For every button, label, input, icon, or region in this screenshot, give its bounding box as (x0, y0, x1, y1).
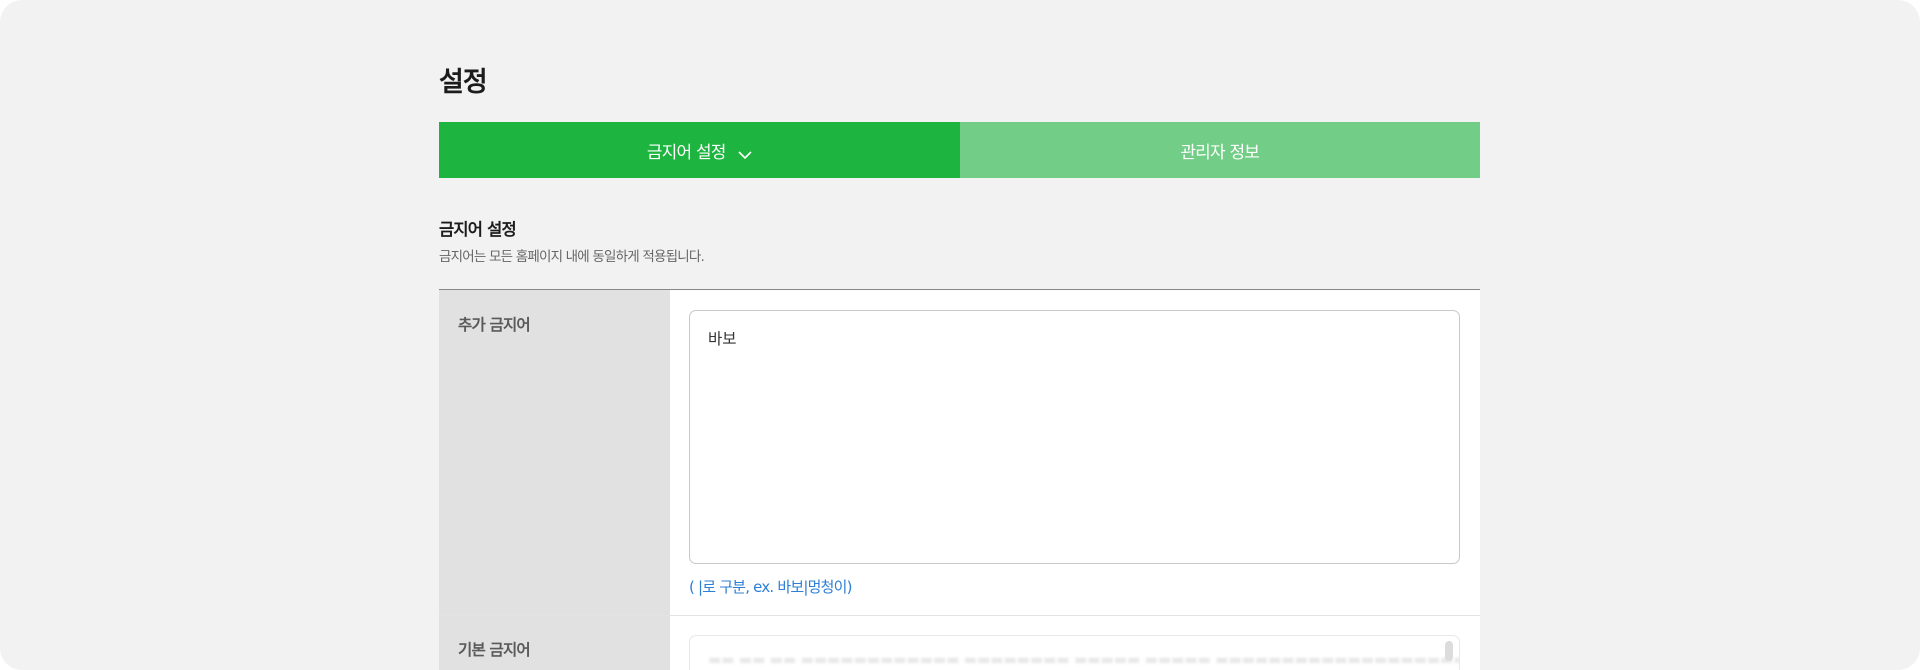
app-frame: 설정 금지어 설정 관리자 정보 금지어 설정 금지어는 모든 홈페이지 내에 … (0, 0, 1920, 670)
row-header: 추가 금지어 (439, 290, 670, 615)
row-header: 기본 금지어 (439, 616, 670, 670)
tab-label: 관리자 정보 (1180, 142, 1260, 163)
row-content: ▬▬ ▬▬ ▬▬ ▬▬▬▬▬▬▬▬▬▬▬▬ ▬▬▬▬▬▬▬▬ ▬▬▬▬▬ ▬▬▬… (670, 616, 1480, 670)
settings-table: 추가 금지어 바보 ( |로 구분, ex. 바보|멍청이) 기본 금지어 ▬▬… (439, 289, 1480, 670)
faded-placeholder: ▬▬ ▬▬ ▬▬ ▬▬▬▬▬▬▬▬▬▬▬▬ ▬▬▬▬▬▬▬▬ ▬▬▬▬▬ ▬▬▬… (708, 652, 1460, 668)
row-content: 바보 ( |로 구분, ex. 바보|멍청이) (670, 290, 1480, 615)
textarea-value: 바보 (708, 330, 737, 348)
tab-admin-info[interactable]: 관리자 정보 (959, 122, 1480, 178)
tab-bar: 금지어 설정 관리자 정보 (439, 122, 1480, 178)
section-title: 금지어 설정 (439, 220, 517, 239)
separator-hint: ( |로 구분, ex. 바보|멍청이) (689, 578, 852, 596)
page-title: 설정 (439, 67, 488, 98)
tab-label: 금지어 설정 (646, 142, 727, 163)
added-words-textarea[interactable]: 바보 (689, 310, 1460, 564)
chevron-down-icon (738, 145, 752, 160)
table-row-added-words: 추가 금지어 바보 ( |로 구분, ex. 바보|멍청이) (439, 290, 1480, 616)
tab-banned-words-settings[interactable]: 금지어 설정 (439, 122, 960, 178)
scrollbar-thumb[interactable] (1445, 641, 1453, 661)
section-description: 금지어는 모든 홈페이지 내에 동일하게 적용됩니다. (439, 249, 705, 265)
table-row-default-words: 기본 금지어 ▬▬ ▬▬ ▬▬ ▬▬▬▬▬▬▬▬▬▬▬▬ ▬▬▬▬▬▬▬▬ ▬▬… (439, 616, 1480, 670)
default-words-textarea[interactable]: ▬▬ ▬▬ ▬▬ ▬▬▬▬▬▬▬▬▬▬▬▬ ▬▬▬▬▬▬▬▬ ▬▬▬▬▬ ▬▬▬… (689, 635, 1460, 670)
